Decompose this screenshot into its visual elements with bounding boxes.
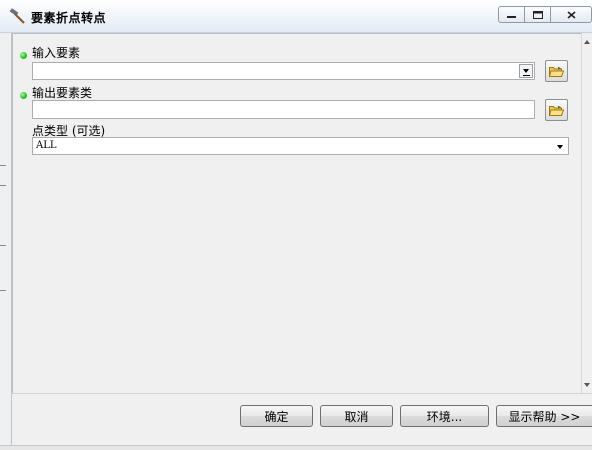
input-features-label: 输入要素 xyxy=(32,46,81,60)
show-help-button[interactable]: 显示帮助 >> xyxy=(496,405,592,427)
edge-tick xyxy=(0,185,6,186)
close-icon xyxy=(566,10,576,19)
maximize-icon xyxy=(532,10,543,19)
browse-input-button[interactable] xyxy=(545,60,568,82)
window-controls xyxy=(498,6,592,24)
close-button[interactable] xyxy=(551,6,592,23)
input-features-combo[interactable] xyxy=(32,62,535,80)
minimize-button[interactable] xyxy=(498,6,525,23)
hammer-icon xyxy=(9,8,25,24)
left-edge xyxy=(0,33,12,449)
edge-tick xyxy=(0,165,6,166)
title-bar[interactable]: 要素折点转点 xyxy=(0,0,592,33)
open-folder-icon xyxy=(549,66,564,77)
required-indicator-icon xyxy=(20,52,27,59)
scroll-down-arrow-icon[interactable] xyxy=(584,383,590,387)
edge-tick xyxy=(0,290,6,291)
required-indicator-icon xyxy=(20,92,27,99)
minimize-icon xyxy=(507,15,516,18)
window-bottom-edge xyxy=(0,445,592,450)
dropdown-arrow-icon[interactable] xyxy=(519,64,533,78)
browse-output-button[interactable] xyxy=(545,99,568,121)
window-title: 要素折点转点 xyxy=(31,11,107,25)
button-bar-divider xyxy=(12,393,592,394)
environments-button[interactable]: 环境... xyxy=(400,405,489,427)
scroll-up-arrow-icon[interactable] xyxy=(584,40,590,44)
edge-tick xyxy=(0,245,6,246)
output-features-label: 输出要素类 xyxy=(32,86,93,100)
point-type-value: ALL xyxy=(36,140,57,151)
vertical-scrollbar[interactable] xyxy=(581,33,592,393)
ok-button[interactable]: 确定 xyxy=(240,405,313,427)
parameters-panel xyxy=(12,33,581,394)
open-folder-icon xyxy=(549,105,564,116)
output-features-input[interactable] xyxy=(32,100,535,119)
dropdown-arrow-icon[interactable] xyxy=(557,145,563,149)
point-type-select[interactable]: ALL xyxy=(32,137,569,155)
cancel-button[interactable]: 取消 xyxy=(320,405,393,427)
maximize-button[interactable] xyxy=(525,6,551,23)
